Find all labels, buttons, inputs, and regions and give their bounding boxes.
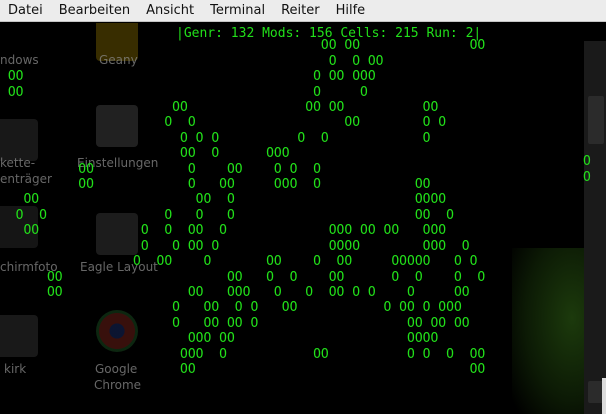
cell-grid: OO OO OO O O OO OO O OO OOO OO O O OO OO…	[7, 38, 486, 377]
side-panel	[584, 41, 606, 414]
wallpaper-foliage	[512, 248, 592, 414]
scrollbar[interactable]	[602, 378, 606, 414]
menu-ansicht[interactable]: Ansicht	[138, 0, 202, 22]
menu-bearbeiten[interactable]: Bearbeiten	[51, 0, 138, 22]
menu-terminal[interactable]: Terminal	[202, 0, 273, 22]
edge-cell: O	[583, 154, 591, 169]
menu-reiter[interactable]: Reiter	[273, 0, 328, 22]
panel-handle	[588, 96, 604, 144]
edge-cell: O	[583, 170, 591, 185]
desktop-label: Chrome	[94, 378, 142, 392]
menu-hilfe[interactable]: Hilfe	[328, 0, 374, 22]
menu-bar: Datei Bearbeiten Ansicht Terminal Reiter…	[0, 0, 606, 22]
menu-datei[interactable]: Datei	[0, 0, 51, 22]
terminal-window[interactable]: ndows Geany kette- enträger Einstellunge…	[0, 23, 606, 414]
